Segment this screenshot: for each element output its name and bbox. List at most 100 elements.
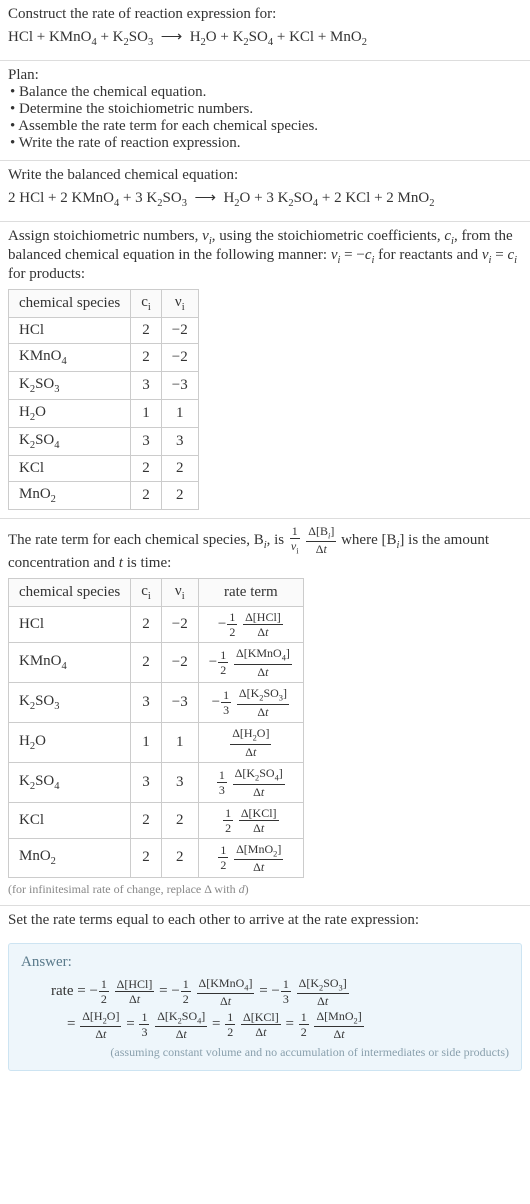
c-cell: 2 — [131, 343, 162, 371]
species-cell: K2SO4 — [9, 427, 131, 455]
c-cell: 1 — [131, 722, 162, 762]
c-cell: 2 — [131, 317, 162, 343]
nu-cell: −2 — [161, 317, 198, 343]
stoich-table: chemical species ci νi HCl2−2KMnO42−2K2S… — [8, 289, 199, 510]
table-row: KMnO42−2−12 Δ[KMnO4]Δt — [9, 643, 304, 683]
nu-cell: −2 — [161, 607, 198, 643]
c-cell: 3 — [131, 371, 162, 399]
answer-box: Answer: rate = −12 Δ[HCl]Δt = −12 Δ[KMnO… — [8, 943, 522, 1071]
plan-bullet-text: Determine the stoichiometric numbers. — [19, 101, 253, 117]
rate-expression-line2: = Δ[H2O]Δt = 13 Δ[K2SO4]Δt = 12 Δ[KCl]Δt… — [21, 1008, 509, 1041]
balanced-equation: 2 HCl + 2 KMnO4 + 3 K2SO3 ⟶ H2O + 3 K2SO… — [8, 186, 522, 213]
species-cell: KMnO4 — [9, 643, 131, 683]
plan-bullet: • Determine the stoichiometric numbers. — [8, 101, 522, 118]
final-section: Set the rate terms equal to each other t… — [0, 906, 530, 937]
nu-cell: 3 — [161, 427, 198, 455]
plan-heading: Plan: — [8, 67, 522, 84]
table-row: H2O11 — [9, 399, 199, 427]
species-cell: KCl — [9, 802, 131, 838]
nu-cell: 2 — [161, 481, 198, 509]
rate-cell: 13 Δ[K2SO4]Δt — [198, 762, 303, 802]
rate-cell: −13 Δ[K2SO3]Δt — [198, 683, 303, 723]
nu-cell: −2 — [161, 643, 198, 683]
plan-bullet-text: Balance the chemical equation. — [19, 84, 206, 100]
species-cell: HCl — [9, 317, 131, 343]
nu-cell: −3 — [161, 371, 198, 399]
c-cell: 2 — [131, 455, 162, 481]
balanced-heading: Write the balanced chemical equation: — [8, 167, 522, 184]
rate-expression-line1: rate = −12 Δ[HCl]Δt = −12 Δ[KMnO4]Δt = −… — [21, 975, 509, 1008]
nu-cell: 1 — [161, 722, 198, 762]
plan-bullet: • Balance the chemical equation. — [8, 84, 522, 101]
page-title: Construct the rate of reaction expressio… — [8, 6, 522, 23]
c-cell: 2 — [131, 607, 162, 643]
table-row: K2SO33−3−13 Δ[K2SO3]Δt — [9, 683, 304, 723]
nu-cell: −2 — [161, 343, 198, 371]
table-row: KCl2212 Δ[KCl]Δt — [9, 802, 304, 838]
answer-label: Answer: — [21, 954, 509, 971]
rateterm-section: The rate term for each chemical species,… — [0, 519, 530, 907]
species-cell: K2SO3 — [9, 683, 131, 723]
species-cell: MnO2 — [9, 838, 131, 878]
species-cell: HCl — [9, 607, 131, 643]
table-header: ci — [131, 579, 162, 607]
nu-cell: −3 — [161, 683, 198, 723]
plan-bullet: • Assemble the rate term for each chemic… — [8, 118, 522, 135]
title-section: Construct the rate of reaction expressio… — [0, 0, 530, 61]
rate-cell: −12 Δ[HCl]Δt — [198, 607, 303, 643]
c-cell: 3 — [131, 762, 162, 802]
assign-section: Assign stoichiometric numbers, νi, using… — [0, 222, 530, 519]
c-cell: 2 — [131, 802, 162, 838]
table-header: rate term — [198, 579, 303, 607]
rateterm-table: chemical species ci νi rate term HCl2−2−… — [8, 578, 304, 878]
table-row: K2SO433 — [9, 427, 199, 455]
c-cell: 3 — [131, 427, 162, 455]
table-row: MnO222 — [9, 481, 199, 509]
table-header: chemical species — [9, 579, 131, 607]
assumption-note: (assuming constant volume and no accumul… — [21, 1045, 509, 1060]
unbalanced-equation: HCl + KMnO4 + K2SO3 ⟶ H2O + K2SO4 + KCl … — [8, 25, 522, 52]
species-cell: K2SO4 — [9, 762, 131, 802]
nu-cell: 3 — [161, 762, 198, 802]
table-row: K2SO43313 Δ[K2SO4]Δt — [9, 762, 304, 802]
table-row: MnO22212 Δ[MnO2]Δt — [9, 838, 304, 878]
species-cell: H2O — [9, 399, 131, 427]
species-cell: K2SO3 — [9, 371, 131, 399]
species-cell: H2O — [9, 722, 131, 762]
footnote: (for infinitesimal rate of change, repla… — [8, 882, 522, 897]
table-header: chemical species — [9, 289, 131, 317]
species-cell: KCl — [9, 455, 131, 481]
rate-cell: −12 Δ[KMnO4]Δt — [198, 643, 303, 683]
balanced-section: Write the balanced chemical equation: 2 … — [0, 161, 530, 222]
table-row: KCl22 — [9, 455, 199, 481]
species-cell: MnO2 — [9, 481, 131, 509]
c-cell: 2 — [131, 643, 162, 683]
table-row: HCl2−2−12 Δ[HCl]Δt — [9, 607, 304, 643]
final-heading: Set the rate terms equal to each other t… — [8, 912, 522, 929]
plan-bullet-text: Assemble the rate term for each chemical… — [18, 118, 318, 134]
table-row: KMnO42−2 — [9, 343, 199, 371]
table-header: νi — [161, 579, 198, 607]
rate-cell: 12 Δ[KCl]Δt — [198, 802, 303, 838]
c-cell: 2 — [131, 838, 162, 878]
nu-cell: 2 — [161, 802, 198, 838]
plan-bullet: • Write the rate of reaction expression. — [8, 135, 522, 152]
table-row: HCl2−2 — [9, 317, 199, 343]
c-cell: 1 — [131, 399, 162, 427]
table-header-row: chemical species ci νi — [9, 289, 199, 317]
rate-cell: 12 Δ[MnO2]Δt — [198, 838, 303, 878]
table-row: K2SO33−3 — [9, 371, 199, 399]
c-cell: 2 — [131, 481, 162, 509]
assign-heading: Assign stoichiometric numbers, νi, using… — [8, 228, 522, 283]
table-row: H2O11Δ[H2O]Δt — [9, 722, 304, 762]
rate-cell: Δ[H2O]Δt — [198, 722, 303, 762]
species-cell: KMnO4 — [9, 343, 131, 371]
c-cell: 3 — [131, 683, 162, 723]
nu-cell: 1 — [161, 399, 198, 427]
table-header: νi — [161, 289, 198, 317]
table-header-row: chemical species ci νi rate term — [9, 579, 304, 607]
plan-section: Plan: • Balance the chemical equation. •… — [0, 61, 530, 161]
nu-cell: 2 — [161, 838, 198, 878]
table-header: ci — [131, 289, 162, 317]
plan-bullet-text: Write the rate of reaction expression. — [19, 135, 241, 151]
